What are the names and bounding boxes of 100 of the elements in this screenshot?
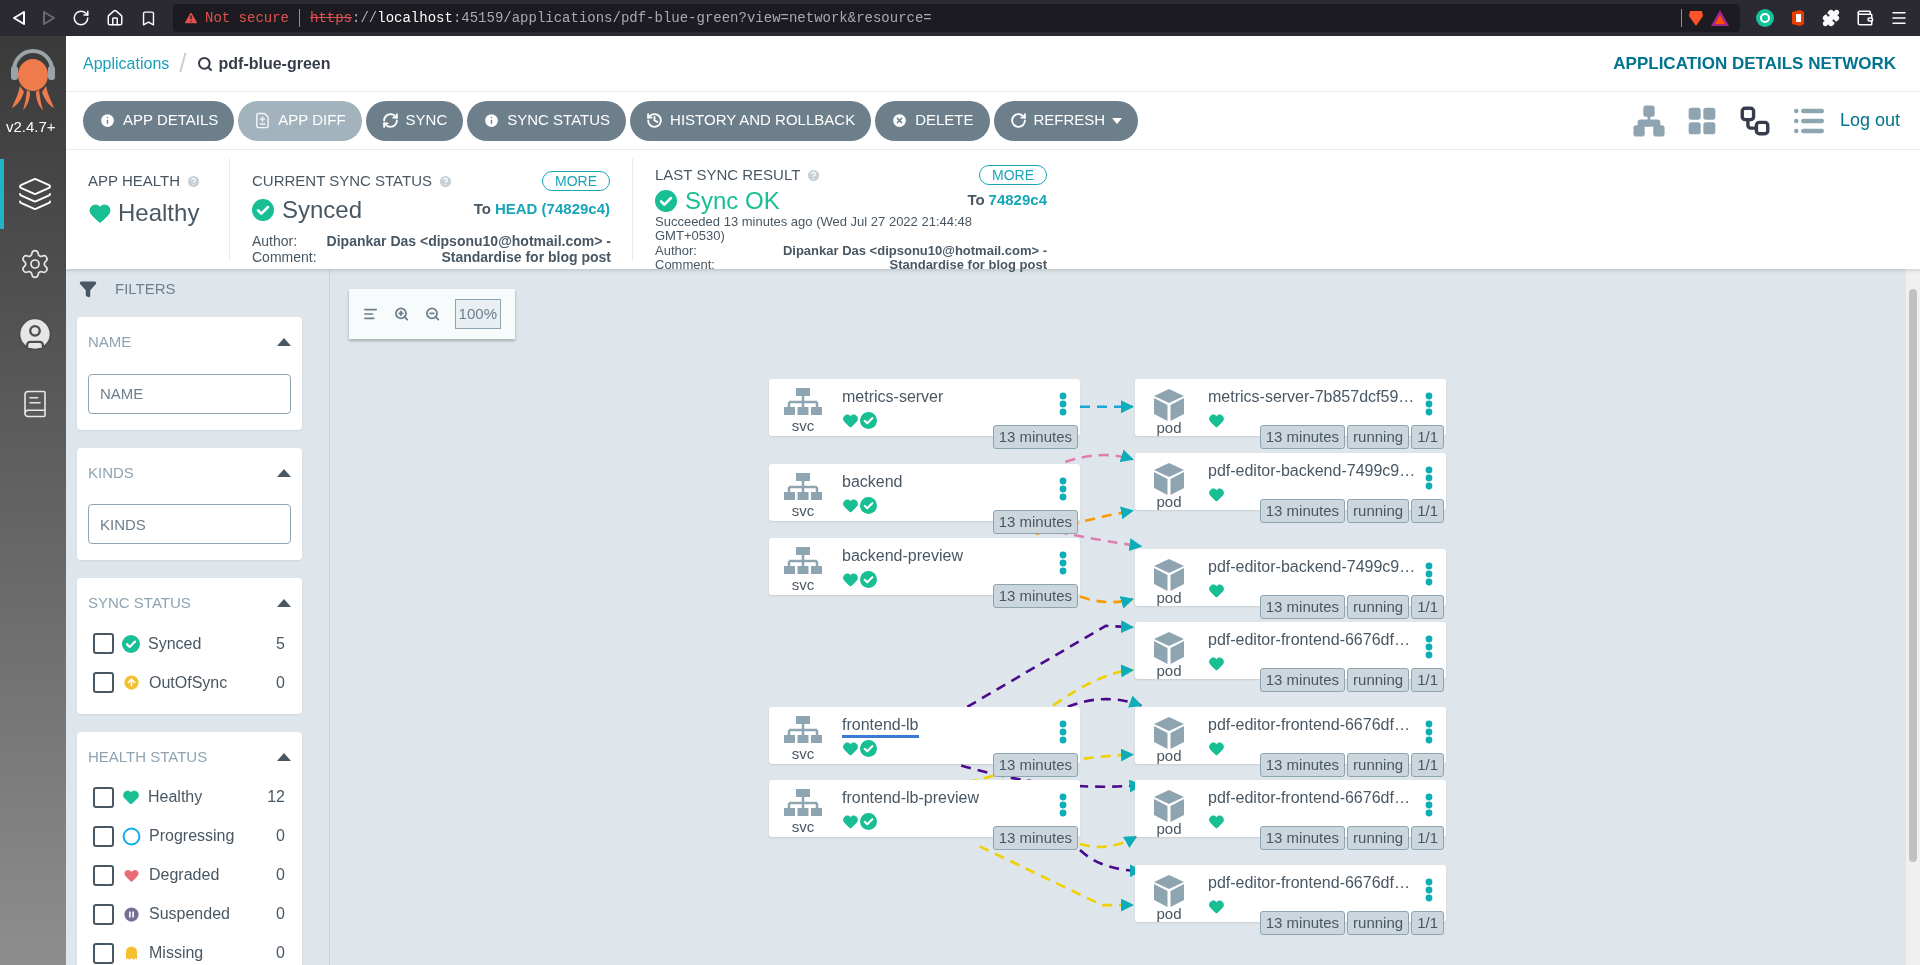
- more-options-icon[interactable]: [1059, 720, 1067, 744]
- back-icon[interactable]: [12, 10, 26, 26]
- app-health-status: Healthy: [118, 197, 200, 228]
- filter-option-label: OutOfSync: [149, 672, 229, 693]
- checkbox[interactable]: [93, 825, 114, 847]
- info-tag: 1/1: [1411, 668, 1444, 692]
- more-options-icon[interactable]: [1425, 878, 1433, 902]
- sync-icon: [381, 112, 399, 129]
- cube-icon: [1153, 874, 1185, 908]
- breadcrumb-link[interactable]: Applications: [83, 51, 170, 76]
- more-options-icon[interactable]: [1059, 477, 1067, 501]
- settings-icon[interactable]: [19, 247, 51, 280]
- author-value: Dipankar Das <dipsonu10@hotmail.com> -: [326, 232, 611, 249]
- comment-label: Comment:: [252, 248, 317, 265]
- triangle-icon[interactable]: [1710, 9, 1730, 27]
- puzzle-icon[interactable]: [1822, 9, 1840, 27]
- info-tag: 1/1: [1411, 595, 1444, 619]
- caret-up-icon[interactable]: [277, 599, 291, 608]
- more-options-icon[interactable]: [1425, 635, 1433, 659]
- filters-title: FILTERS: [115, 278, 176, 299]
- filter-count: 0: [276, 672, 285, 693]
- node-kind-label: pod: [1156, 664, 1182, 678]
- more-options-icon[interactable]: [1059, 793, 1067, 817]
- forward-icon[interactable]: [42, 10, 56, 26]
- heart-icon: [842, 813, 859, 830]
- toolbar-button[interactable]: HISTORY AND ROLLBACK: [630, 100, 872, 141]
- zoom-out-icon[interactable]: [425, 305, 441, 323]
- more-options-icon[interactable]: [1059, 551, 1067, 575]
- page-title: APPLICATION DETAILS NETWORK: [1613, 52, 1896, 75]
- node-name: backend: [842, 472, 903, 492]
- cube-icon: [1153, 631, 1185, 665]
- toolbar-button[interactable]: REFRESH: [993, 100, 1139, 141]
- wallet-icon[interactable]: [1856, 9, 1874, 27]
- more-options-icon[interactable]: [1425, 720, 1433, 744]
- cube-icon: [1153, 558, 1185, 592]
- checkbox[interactable]: [93, 903, 114, 925]
- info-tag: 1/1: [1411, 425, 1444, 449]
- filter-input[interactable]: KINDS: [88, 504, 291, 544]
- checkbox[interactable]: [93, 672, 114, 693]
- zoom-level[interactable]: 100%: [454, 299, 501, 329]
- caret-up-icon[interactable]: [277, 468, 291, 477]
- more-options-icon[interactable]: [1425, 392, 1433, 416]
- checkbox[interactable]: [93, 942, 114, 964]
- checkbox[interactable]: [93, 786, 114, 808]
- cube-icon: [1153, 462, 1185, 496]
- revision-link[interactable]: HEAD (74829c4): [494, 198, 610, 221]
- address-field[interactable]: Not secure https://localhost:45159/applications/pdf-blue-green?view=network&resource=: [173, 4, 1740, 32]
- zoom-in-icon[interactable]: [394, 305, 410, 323]
- info-tag: running: [1347, 595, 1410, 619]
- node-kind-label: pod: [1156, 591, 1182, 605]
- cube-icon: [1153, 388, 1185, 422]
- cube-icon: [1153, 789, 1185, 823]
- checkbox[interactable]: [93, 633, 114, 654]
- check-circle-icon: [655, 189, 677, 212]
- filter-count: 12: [267, 787, 285, 807]
- more-options-icon[interactable]: [1059, 392, 1067, 416]
- caret-up-icon[interactable]: [277, 752, 291, 761]
- toolbar-button[interactable]: SYNC: [365, 100, 464, 141]
- extension-circle-icon[interactable]: [1756, 9, 1774, 27]
- revision-link[interactable]: 74829c4: [988, 189, 1047, 212]
- info-tag: 13 minutes: [992, 584, 1078, 608]
- reload-icon[interactable]: [72, 9, 90, 27]
- info-tag: 13 minutes: [992, 753, 1078, 777]
- node-kind-label: pod: [1156, 495, 1182, 509]
- more-options-icon[interactable]: [1425, 562, 1433, 586]
- bookmark-icon[interactable]: [140, 9, 157, 27]
- sync-time: Succeeded 13 minutes ago (Wed Jul 27 2022 21:44:48 GMT+0530): [655, 214, 974, 243]
- current-sync-label: CURRENT SYNC STATUS: [252, 171, 432, 191]
- to-label: To: [473, 199, 491, 220]
- dashed-connector: [1064, 449, 1134, 464]
- info-tag: 13 minutes: [1259, 668, 1346, 692]
- toolbar-button[interactable]: APP DETAILS: [83, 100, 235, 141]
- caret-up-icon[interactable]: [277, 338, 291, 347]
- info-tag: running: [1347, 668, 1410, 692]
- node-kind-label: pod: [1156, 907, 1182, 921]
- logout-link[interactable]: Log out: [1839, 107, 1900, 134]
- more-options-icon[interactable]: [1425, 466, 1433, 490]
- check-circle-icon: [122, 634, 140, 653]
- home-icon[interactable]: [106, 9, 124, 27]
- scrollbar-thumb[interactable]: [1909, 289, 1917, 862]
- checkbox[interactable]: [93, 864, 114, 886]
- document-icon[interactable]: [1790, 9, 1806, 27]
- author-label: Author:: [252, 232, 299, 249]
- check-circle-icon: [860, 571, 877, 588]
- filter-count: 5: [276, 633, 285, 654]
- filter-title: KINDS: [88, 462, 134, 483]
- heart-icon: [1208, 486, 1225, 503]
- more-options-icon[interactable]: [1425, 793, 1433, 817]
- toolbar-button[interactable]: SYNC STATUS: [467, 100, 627, 141]
- breadcrumb-separator: /: [179, 47, 187, 80]
- filter-option-label: Missing: [149, 943, 205, 963]
- filter-input[interactable]: NAME: [88, 373, 291, 414]
- filter-count: 0: [276, 826, 285, 846]
- info-tag: 13 minutes: [992, 510, 1078, 534]
- info-tag: 13 minutes: [1259, 499, 1346, 523]
- view-mode-toggle[interactable]: [1631, 103, 1666, 138]
- layers-icon[interactable]: [17, 175, 53, 212]
- shield-icon[interactable]: [1688, 9, 1704, 27]
- menu-icon[interactable]: [1890, 9, 1908, 27]
- toolbar-button[interactable]: DELETE: [875, 100, 990, 141]
